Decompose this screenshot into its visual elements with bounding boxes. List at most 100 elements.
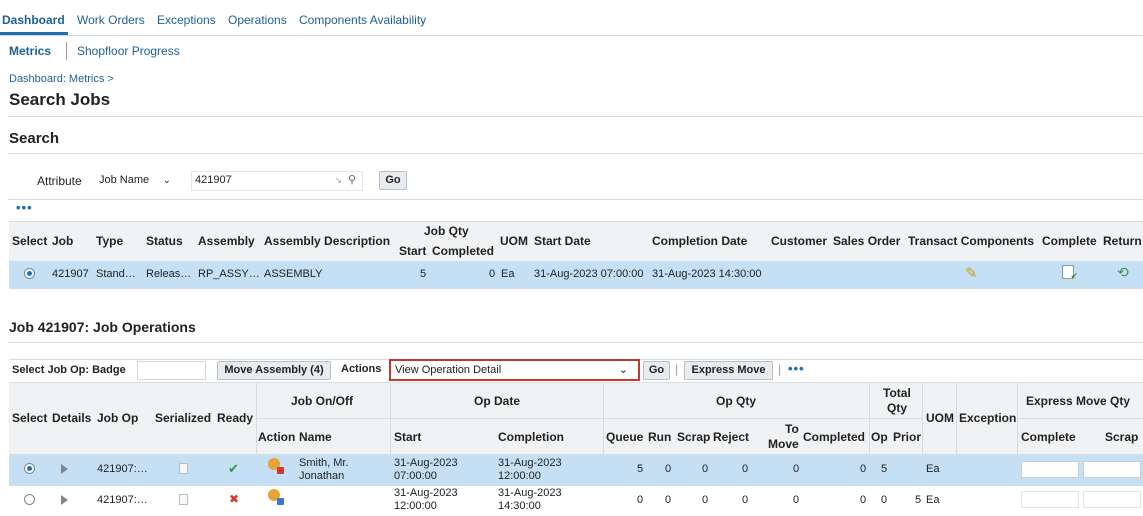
col-completion-date: Completion Date: [652, 234, 748, 248]
op-queue: 0: [637, 494, 644, 506]
subnav-metrics[interactable]: Metrics: [9, 44, 51, 58]
serialized-document-icon: [179, 494, 188, 505]
expand-details-icon[interactable]: [61, 464, 68, 474]
job-start-date: 31-Aug-2023 07:00:00: [534, 268, 644, 280]
express-scrap-input[interactable]: [1083, 461, 1141, 478]
tab-dashboard[interactable]: Dashboard: [2, 13, 65, 27]
expand-details-icon[interactable]: [61, 495, 68, 505]
clock-off-icon[interactable]: [268, 458, 284, 474]
tab-work-orders[interactable]: Work Orders: [77, 13, 145, 27]
op-completion-time: 14:30:00: [498, 500, 541, 512]
search-section-title: Search: [9, 130, 60, 147]
express-complete-input[interactable]: [1021, 461, 1079, 478]
breadcrumb[interactable]: Dashboard: Metrics >: [9, 73, 114, 85]
active-tab-indicator: [0, 32, 68, 35]
job-status: Releas…: [146, 268, 192, 280]
attribute-label: Attribute: [37, 174, 82, 188]
tab-operations[interactable]: Operations: [228, 13, 287, 27]
col-customer: Customer: [771, 234, 828, 248]
header-rule: [1017, 418, 1143, 419]
op-select-radio[interactable]: [24, 463, 35, 474]
tab-components-availability[interactable]: Components Availability: [299, 13, 426, 27]
title-divider: [8, 116, 1143, 117]
more-actions-icon[interactable]: •••: [788, 361, 805, 376]
toolbar-separator: |: [778, 362, 782, 376]
toolbar-separator: |: [675, 362, 679, 376]
header-rule: [256, 418, 390, 419]
pencil-icon[interactable]: ✎: [965, 264, 978, 282]
express-move-button[interactable]: Express Move: [684, 361, 773, 380]
complete-document-icon[interactable]: ✔: [1062, 265, 1078, 281]
ops-col-run: Run: [648, 430, 672, 444]
ops-col-exception: Exception: [959, 411, 1017, 425]
op-completed: 0: [860, 463, 867, 475]
chevron-down-icon: ⌄: [618, 364, 628, 376]
col-status: Status: [146, 234, 183, 248]
job-operations-divider: [8, 342, 1143, 343]
attribute-select[interactable]: Job Name ⌄: [94, 171, 178, 190]
op-completed: 0: [860, 494, 867, 506]
ops-col-job-op: Job Op: [97, 411, 139, 425]
ops-col-to-move-2: Move: [768, 437, 799, 451]
header-rule: [869, 382, 870, 454]
clock-on-icon[interactable]: [268, 489, 284, 505]
op-run: 0: [665, 494, 672, 506]
ops-col-details: Details: [52, 411, 92, 425]
jobs-table-bottom-border: [9, 288, 1143, 289]
more-actions-icon[interactable]: •••: [16, 200, 33, 215]
actions-go-button[interactable]: Go: [643, 361, 670, 380]
job-completion-date: 31-Aug-2023 14:30:00: [652, 268, 762, 280]
header-rule: [390, 382, 391, 454]
actions-select[interactable]: View Operation Detail ⌄: [389, 359, 640, 381]
clear-icon[interactable]: ↘: [334, 175, 342, 186]
ops-col-start: Start: [394, 430, 422, 444]
search-input-value: 421907: [195, 174, 232, 186]
ops-col-completed: Completed: [803, 430, 866, 444]
col-return: Return: [1103, 234, 1142, 248]
subnav-shopfloor-progress[interactable]: Shopfloor Progress: [77, 44, 180, 58]
ops-col-op: Op: [871, 430, 888, 444]
col-assembly: Assembly: [198, 234, 255, 248]
express-scrap-input[interactable]: [1083, 491, 1141, 508]
express-complete-input[interactable]: [1021, 491, 1079, 508]
badge-input[interactable]: [137, 361, 206, 380]
col-job-qty: Job Qty: [424, 224, 469, 238]
actions-select-value: View Operation Detail: [395, 364, 502, 376]
ops-col-completion: Completion: [498, 430, 564, 444]
header-rule: [256, 382, 257, 454]
tab-exceptions[interactable]: Exceptions: [157, 13, 216, 27]
op-job-op-link[interactable]: 421907:…: [97, 463, 148, 475]
header-rule: [603, 418, 869, 419]
ops-col-to-move-1: To: [785, 422, 799, 436]
move-assembly-button[interactable]: Move Assembly (4): [217, 361, 331, 380]
job-uom: Ea: [501, 268, 515, 280]
op-completion-date: 31-Aug-2023: [498, 487, 562, 499]
search-input[interactable]: 421907 ↘ ⚲: [191, 171, 363, 191]
search-go-button[interactable]: Go: [379, 171, 407, 190]
ops-col-op-qty: Op Qty: [716, 394, 757, 408]
not-ready-x-icon: ✖: [229, 492, 240, 506]
col-sales-order: Sales Order: [833, 234, 901, 248]
job-select-radio[interactable]: [24, 268, 35, 279]
op-name-line1: Smith, Mr.: [299, 457, 349, 469]
op-scrap: 0: [702, 494, 709, 506]
op-select-radio[interactable]: [24, 494, 35, 505]
serialized-document-icon: [179, 463, 188, 474]
attribute-select-value: Job Name: [99, 174, 150, 186]
header-rule: [603, 382, 604, 454]
op-start-date: 31-Aug-2023: [394, 487, 458, 499]
page-title: Search Jobs: [9, 90, 111, 109]
ops-col-em-scrap: Scrap: [1105, 430, 1139, 444]
op-queue: 5: [637, 463, 644, 475]
ops-col-scrap: Scrap: [677, 430, 711, 444]
op-name-line2: Jonathan: [299, 470, 345, 482]
ops-col-select: Select: [12, 411, 48, 425]
op-job-op-link[interactable]: 421907:…: [97, 494, 148, 506]
job-link[interactable]: 421907: [52, 268, 89, 280]
return-icon[interactable]: ⟲: [1117, 264, 1129, 281]
op-uom: Ea: [926, 463, 940, 475]
op-scrap: 0: [702, 463, 709, 475]
ready-check-icon: ✔: [228, 461, 239, 476]
op-reject: 0: [742, 494, 749, 506]
search-icon[interactable]: ⚲: [348, 173, 356, 186]
